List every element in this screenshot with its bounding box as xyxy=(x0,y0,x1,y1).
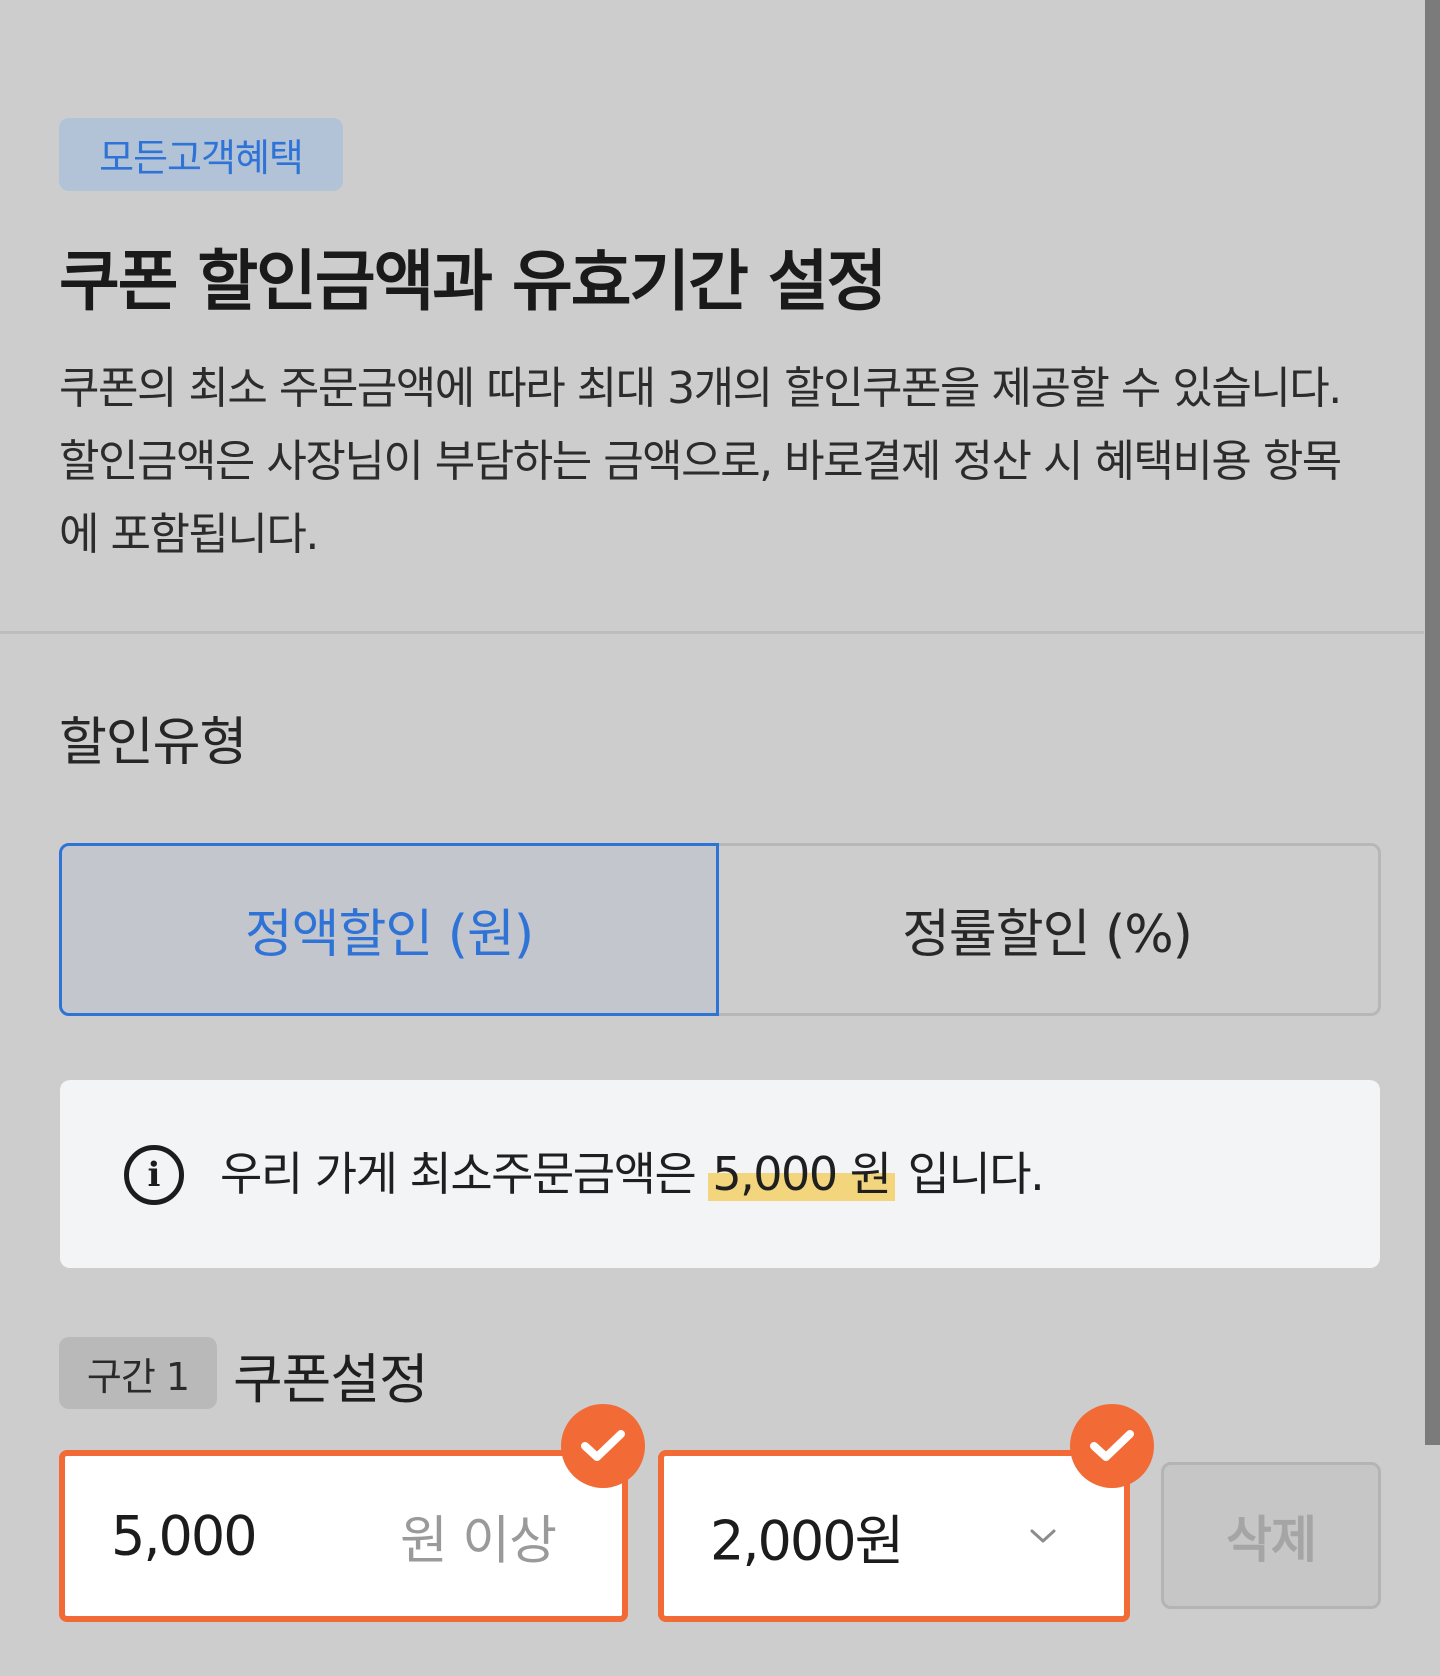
info-text-prefix: 우리 가게 최소주문금액은 xyxy=(220,1147,697,1201)
scrollbar-thumb[interactable] xyxy=(1425,0,1440,1445)
section-divider xyxy=(0,631,1424,634)
benefit-badge: 모든고객혜택 xyxy=(59,118,343,191)
check-icon xyxy=(561,1404,645,1488)
delete-tier-button[interactable]: 삭제 xyxy=(1161,1462,1381,1609)
info-text-suffix: 입니다. xyxy=(907,1147,1045,1201)
min-order-suffix: 원 이상 xyxy=(399,1511,557,1572)
min-order-info-text: 우리 가게 최소주문금액은 5,000 원 입니다. xyxy=(220,1144,1045,1204)
info-icon: i xyxy=(124,1145,184,1205)
tier-title: 쿠폰설정 xyxy=(233,1348,429,1411)
fixed-discount-option[interactable]: 정액할인 (원) xyxy=(59,843,719,1016)
page-description: 쿠폰의 최소 주문금액에 따라 최대 3개의 할인쿠폰을 제공할 수 있습니다.… xyxy=(59,363,1342,560)
discount-amount-value: 2,000원 xyxy=(710,1509,904,1573)
discount-type-label: 할인유형 xyxy=(59,713,247,773)
tier-badge: 구간 1 xyxy=(59,1337,217,1409)
min-order-value: 5,000 xyxy=(111,1504,258,1568)
page-title: 쿠폰 할인금액과 유효기간 설정 xyxy=(59,243,887,320)
min-order-amount-input[interactable]: 5,000 원 이상 xyxy=(59,1450,628,1622)
discount-amount-select[interactable]: 2,000원 xyxy=(658,1450,1130,1622)
chevron-down-icon xyxy=(1030,1529,1056,1543)
percent-discount-option[interactable]: 정률할인 (%) xyxy=(716,843,1381,1016)
min-order-info-box: i 우리 가게 최소주문금액은 5,000 원 입니다. xyxy=(60,1080,1380,1268)
check-icon xyxy=(1070,1404,1154,1488)
min-order-amount: 5,000 원 xyxy=(708,1147,895,1201)
